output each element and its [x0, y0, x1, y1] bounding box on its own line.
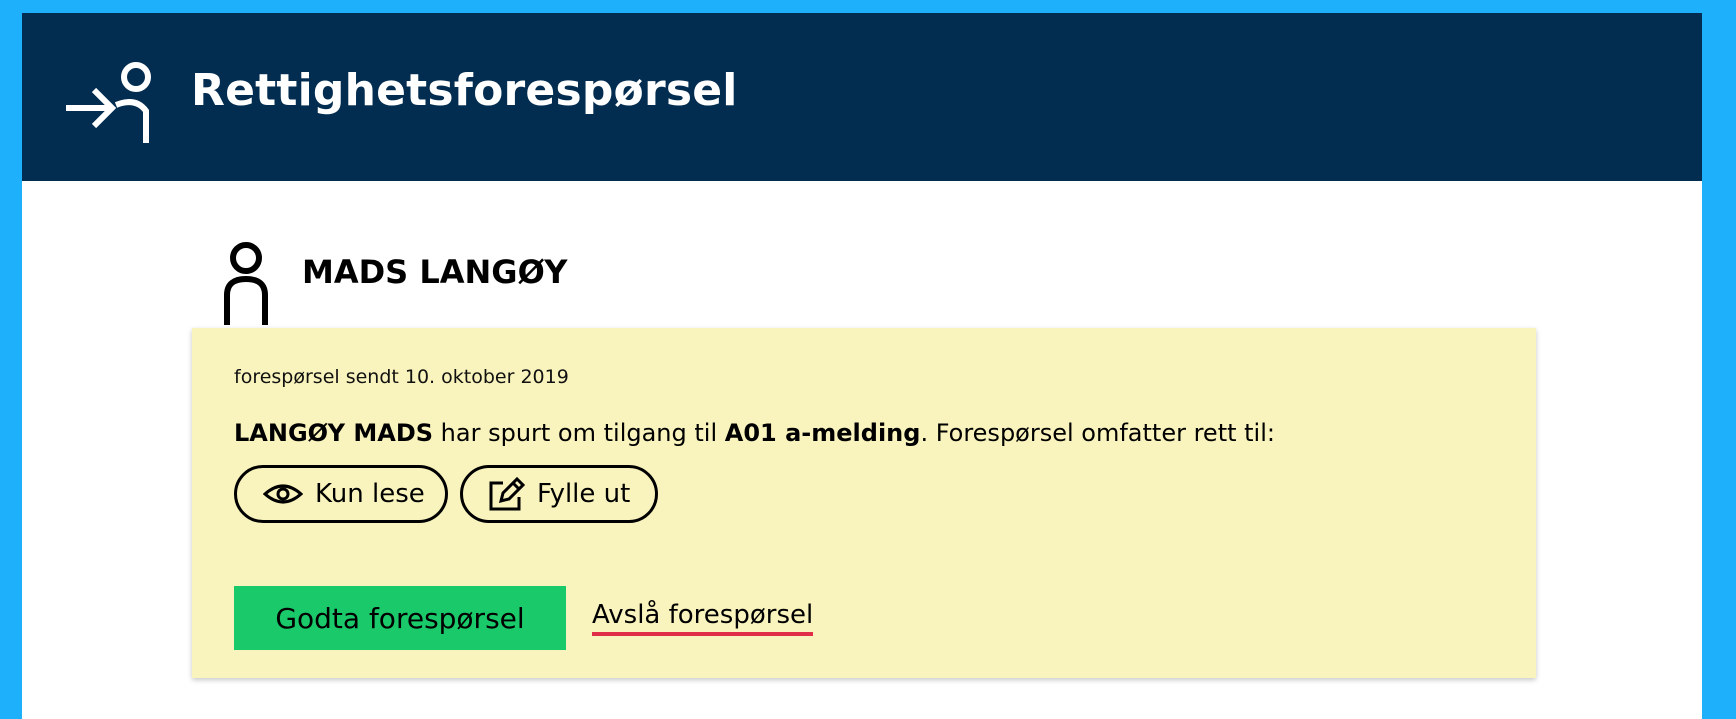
service-name: A01 a-melding [724, 419, 921, 447]
message-suffix: . Forespørsel omfatter rett til: [920, 419, 1275, 447]
request-date: forespørsel sendt 10. oktober 2019 [234, 366, 569, 388]
eye-icon [263, 484, 303, 504]
accept-request-button[interactable]: Godta forespørsel [234, 586, 566, 650]
message-text: har spurt om tilgang til [433, 419, 725, 447]
person-icon [224, 242, 268, 325]
right-read-only-badge[interactable]: Kun lese [234, 465, 448, 523]
page-header: Rettighetsforespørsel [22, 13, 1702, 181]
right-fill-in-badge[interactable]: Fylle ut [460, 465, 658, 523]
pencil-edit-icon [489, 477, 525, 511]
reject-request-link[interactable]: Avslå forespørsel [592, 600, 814, 636]
right-read-only-label: Kun lese [315, 479, 425, 509]
person-name: MADS LANGØY [302, 253, 568, 291]
requester-name: LANGØY MADS [234, 419, 434, 447]
request-message: LANGØY MADS har spurt om tilgang til A01… [234, 419, 1275, 447]
page-frame: Rettighetsforespørsel MADS LANGØY foresp… [22, 13, 1702, 719]
request-card: forespørsel sendt 10. oktober 2019 LANGØ… [192, 328, 1536, 678]
page-title: Rettighetsforespørsel [191, 65, 738, 116]
right-fill-in-label: Fylle ut [537, 479, 631, 509]
person-arrow-icon [66, 62, 151, 143]
